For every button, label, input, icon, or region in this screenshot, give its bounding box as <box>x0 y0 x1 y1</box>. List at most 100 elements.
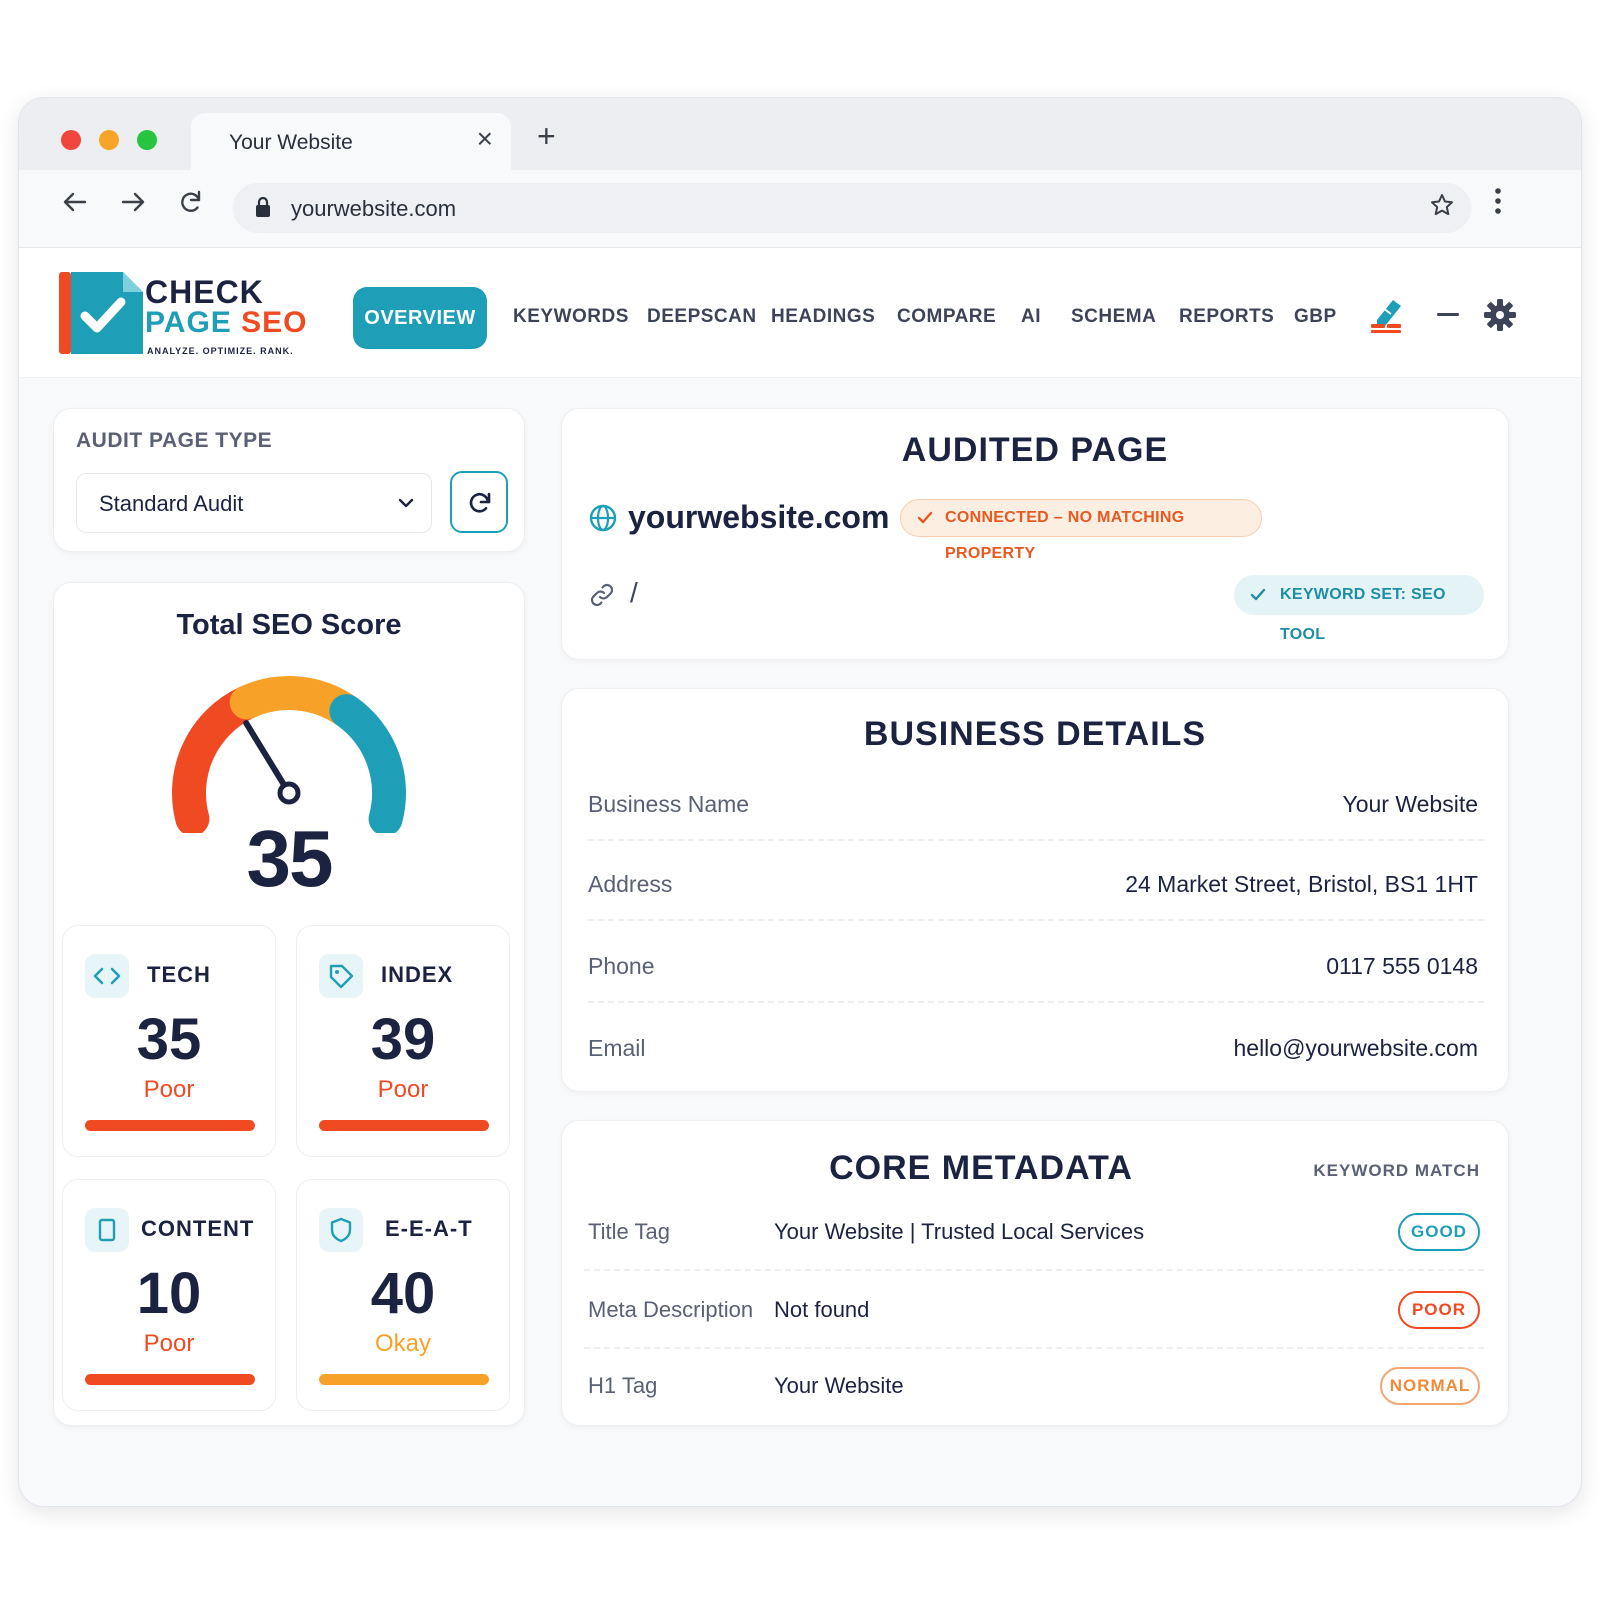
eeat-label: E-E-A-T <box>385 1216 473 1241</box>
tab-reports[interactable]: REPORTS <box>1179 306 1274 328</box>
seo-score-card: Total SEO Score 35 TECH 35 Poor INDEX 39… <box>53 582 525 1426</box>
index-bar <box>319 1120 489 1131</box>
app-header: CHECK PAGE SEO ANALYZE. OPTIMIZE. RANK. … <box>19 248 1581 378</box>
index-score-card[interactable]: INDEX 39 Poor <box>296 925 510 1157</box>
metadata-label: Meta Description <box>588 1297 754 1322</box>
brand-line-2: PAGE SEO <box>145 306 308 340</box>
tech-rating: Poor <box>143 1076 195 1103</box>
index-rating: Poor <box>377 1076 429 1103</box>
business-details-title: BUSINESS DETAILS <box>863 715 1207 753</box>
forward-arrow-icon[interactable] <box>119 188 147 220</box>
index-value: 39 <box>370 1007 436 1072</box>
connection-status-text: CONNECTED – NO MATCHING PROPERTY <box>945 509 1185 562</box>
eeat-value: 40 <box>370 1261 436 1326</box>
tech-bar <box>85 1120 255 1131</box>
check-icon <box>1250 588 1266 601</box>
gauge-segment-teal <box>329 694 406 833</box>
tab-headings[interactable]: HEADINGS <box>771 306 875 328</box>
audit-type-label: AUDIT PAGE TYPE <box>76 429 273 452</box>
browser-tab[interactable]: Your Website × <box>191 113 511 170</box>
connection-status-badge: CONNECTED – NO MATCHING PROPERTY <box>900 499 1262 562</box>
minimize-window-dot[interactable] <box>99 130 119 150</box>
brand-page: PAGE <box>145 306 232 339</box>
new-tab-icon[interactable]: + <box>537 120 556 152</box>
eeat-score-card[interactable]: E-E-A-T 40 Okay <box>296 1179 510 1411</box>
content-value: 10 <box>136 1261 202 1326</box>
code-icon <box>85 954 129 998</box>
tab-strip: Your Website × + <box>19 98 1581 170</box>
lock-icon <box>256 196 270 217</box>
business-row-label: Business Name <box>588 791 750 817</box>
highlighter-icon[interactable] <box>1369 294 1405 334</box>
gauge-segment-red <box>172 685 264 833</box>
address-bar[interactable]: yourwebsite.com <box>233 183 1471 233</box>
tab-compare[interactable]: COMPARE <box>897 306 996 328</box>
core-metadata-title: CORE METADATA <box>829 1149 1133 1187</box>
tab-keywords[interactable]: KEYWORDS <box>513 306 629 328</box>
audit-type-select[interactable]: Standard Audit <box>76 473 432 533</box>
eeat-bar <box>319 1374 489 1385</box>
row-divider <box>584 1269 1484 1271</box>
score-gauge <box>172 676 406 833</box>
core-metadata-card: CORE METADATA KEYWORD MATCH Title Tag Yo… <box>561 1120 1509 1426</box>
score-value: 35 <box>246 814 334 903</box>
link-icon <box>590 583 614 607</box>
row-divider <box>584 1347 1484 1349</box>
business-row-label: Address <box>588 871 673 897</box>
logo-icon <box>59 272 143 354</box>
shield-icon <box>319 1208 363 1252</box>
tech-score-card[interactable]: TECH 35 Poor <box>62 925 276 1157</box>
minus-icon[interactable] <box>1437 312 1459 318</box>
more-vert-icon[interactable] <box>1493 186 1503 221</box>
meta-description-badge: POOR <box>1398 1291 1480 1329</box>
globe-icon <box>589 504 617 532</box>
brand-tagline: ANALYZE. OPTIMIZE. RANK. <box>147 346 294 356</box>
content-bar <box>85 1374 255 1385</box>
tab-deepscan[interactable]: DEEPSCAN <box>647 306 757 328</box>
keyword-match-header: KEYWORD MATCH <box>1313 1161 1480 1180</box>
brand-seo: SEO <box>241 306 308 339</box>
reload-icon[interactable] <box>177 188 205 220</box>
metadata-value: Your Website <box>774 1373 904 1398</box>
maximize-window-dot[interactable] <box>137 130 157 150</box>
tab-gbp[interactable]: GBP <box>1294 306 1337 328</box>
browser-window: Your Website × + yourwebsite.com CHECK P… <box>18 97 1582 1507</box>
refresh-audit-button[interactable] <box>450 471 508 533</box>
chevron-down-icon <box>398 498 414 508</box>
business-row-label: Email <box>588 1035 646 1061</box>
business-row-value: hello@yourwebsite.com <box>1233 1035 1478 1061</box>
check-icon <box>917 511 933 524</box>
tab-title: Your Website <box>229 131 353 154</box>
browser-toolbar: yourwebsite.com <box>19 170 1581 248</box>
business-row: Email hello@yourwebsite.com <box>588 1027 1484 1077</box>
gauge-hub <box>277 781 301 805</box>
tab-close-icon[interactable]: × <box>477 123 493 155</box>
metadata-label: Title Tag <box>588 1219 670 1244</box>
audit-type-card: AUDIT PAGE TYPE Standard Audit <box>53 408 525 552</box>
tech-value: 35 <box>136 1007 202 1072</box>
business-row: Business Name Your Website <box>588 785 1484 841</box>
close-window-dot[interactable] <box>61 130 81 150</box>
tab-schema[interactable]: SCHEMA <box>1071 306 1156 328</box>
audit-type-value: Standard Audit <box>99 491 244 516</box>
metadata-label: H1 Tag <box>588 1373 658 1398</box>
title-tag-badge: GOOD <box>1398 1213 1480 1251</box>
tab-ai[interactable]: AI <box>1021 306 1041 328</box>
tab-overview[interactable]: OVERVIEW <box>353 287 487 349</box>
audited-path: / <box>630 577 638 608</box>
content-rating: Poor <box>143 1330 195 1357</box>
star-icon[interactable] <box>1429 192 1455 225</box>
tag-icon <box>319 954 363 998</box>
gear-icon[interactable] <box>1483 298 1517 332</box>
metadata-value: Your Website | Trusted Local Services <box>774 1219 1145 1244</box>
content-score-card[interactable]: CONTENT 10 Poor <box>62 1179 276 1411</box>
gauge-needle <box>243 720 292 796</box>
business-details-card: BUSINESS DETAILS Business Name Your Webs… <box>561 688 1509 1092</box>
score-title: Total SEO Score <box>176 609 402 641</box>
url-text: yourwebsite.com <box>291 196 457 221</box>
business-row: Phone 0117 555 0148 <box>588 945 1484 1003</box>
back-arrow-icon[interactable] <box>61 188 89 220</box>
keyword-set-text: KEYWORD SET: SEO TOOL <box>1280 586 1446 643</box>
audited-domain: yourwebsite.com <box>628 499 890 535</box>
keyword-set-badge[interactable]: KEYWORD SET: SEO TOOL <box>1234 575 1484 643</box>
